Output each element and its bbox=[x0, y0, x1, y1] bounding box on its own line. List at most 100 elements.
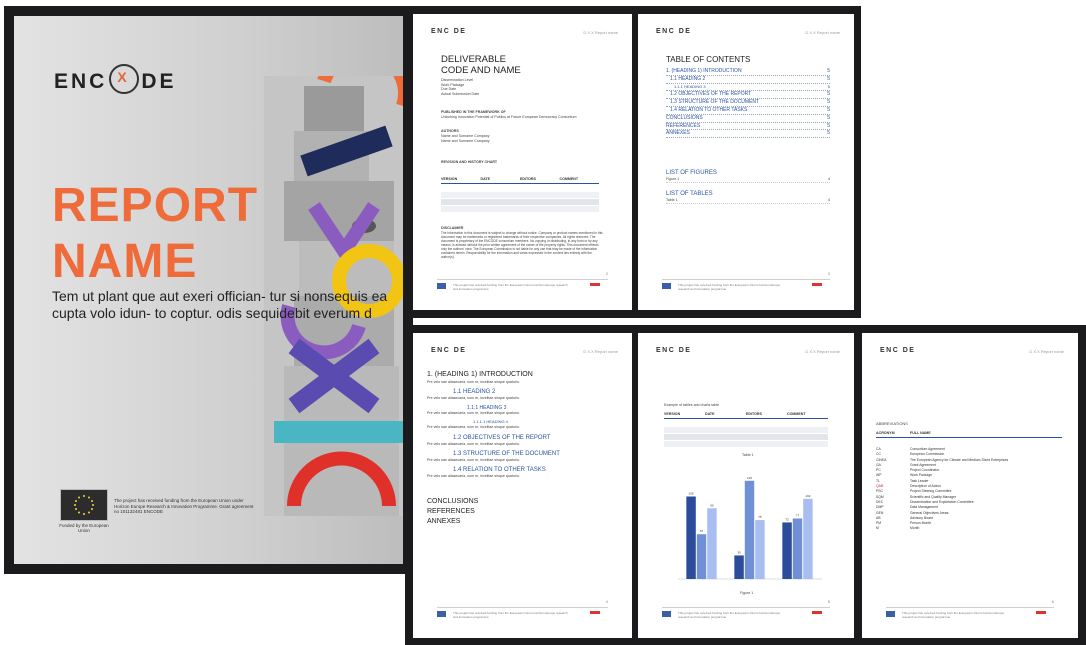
eu-flag-icon bbox=[437, 283, 446, 289]
body-text: Pre velo sae aliasecaria, sum re, inveli… bbox=[427, 411, 520, 415]
bar-chart: 105 57 90 30 125 75 72 77 102 bbox=[678, 476, 822, 580]
heading-relation: 1.4 RELATION TO OTHER TASKS bbox=[453, 467, 546, 473]
page-number: 4 bbox=[605, 599, 608, 604]
end-sections: CONCLUSIONS REFERENCES ANNEXES bbox=[427, 497, 478, 527]
bar bbox=[744, 480, 755, 579]
data-label: 102 bbox=[805, 494, 810, 498]
eu-flag-icon bbox=[886, 611, 895, 617]
toc-entry[interactable]: 1.3 STRUCTURE OF THE DOCUMENT 5 bbox=[666, 99, 830, 107]
toc-entry[interactable]: 1.4 RELATION TO OTHER TASKS 5 bbox=[666, 107, 830, 115]
cover-subtitle: Tem ut plant que aut exeri offician- tur… bbox=[52, 288, 388, 321]
bar bbox=[696, 534, 707, 579]
section-conclusions: CONCLUSIONS bbox=[427, 498, 479, 505]
header-logo: ENC DE bbox=[431, 28, 467, 35]
bar bbox=[734, 555, 744, 579]
toc-entry[interactable]: 1.2 OBJECTIVES OF THE REPORT 5 bbox=[666, 91, 830, 100]
data-label: 90 bbox=[710, 503, 714, 507]
heading-4: 1.1.1.1 HEADING 4 bbox=[473, 419, 508, 424]
logo-text-right: DE bbox=[141, 70, 177, 93]
bar bbox=[686, 496, 696, 579]
bar bbox=[755, 520, 765, 579]
example-table: VERSION DATE EDITORS COMMENT bbox=[664, 412, 828, 447]
acronym-cell: M bbox=[876, 526, 879, 531]
page-number: 2 bbox=[605, 271, 608, 276]
col-header: DATE bbox=[705, 412, 715, 416]
data-label: 77 bbox=[796, 514, 800, 518]
table-row bbox=[664, 434, 828, 440]
eu-caption: Funded by the European Union bbox=[59, 523, 109, 533]
table-row bbox=[664, 427, 828, 433]
data-label: 57 bbox=[700, 529, 704, 533]
abbreviations-page: ENC DE D X.X Report name ABBREVIATIONS AC… bbox=[862, 333, 1078, 638]
heading-structure: 1.3 STRUCTURE OF THE DOCUMENT bbox=[453, 451, 560, 457]
revision-heading: REVISION AND HISTORY CHART bbox=[441, 160, 498, 164]
disclaimer-heading: DISCLAIMER bbox=[441, 226, 464, 230]
data-label: 125 bbox=[747, 476, 752, 480]
header-doc-label: D X.X Report name bbox=[805, 349, 840, 354]
page-footer: This project has received funding from t… bbox=[437, 279, 608, 291]
eu-flag-icon bbox=[662, 283, 671, 289]
deliverable-title-2: CODE AND NAME bbox=[441, 65, 521, 76]
table-row bbox=[441, 199, 599, 205]
toc-entry[interactable]: 1.1 HEADING 25 bbox=[666, 76, 830, 84]
page-footer: This project has received funding from t… bbox=[662, 607, 830, 619]
tables-entry[interactable]: Table 14 bbox=[666, 198, 830, 204]
abbrev-header: ACRONYM FULL NAME bbox=[876, 431, 1062, 438]
col-header: COMMENT bbox=[787, 412, 806, 416]
header-doc-label: D X.X Report name bbox=[583, 349, 618, 354]
table-label: Table 1 bbox=[742, 453, 754, 457]
table-caption: Example of tables and charts table bbox=[664, 403, 720, 407]
toc-title: TABLE OF CONTENTS bbox=[666, 55, 751, 64]
header-doc-label: D X.X Report name bbox=[583, 30, 618, 35]
header-doc-label: D X.X Report name bbox=[1029, 349, 1064, 354]
report-title-line1: REPORT bbox=[52, 179, 259, 232]
body-text: Pre velo sae aliasecaria, sum re, inveli… bbox=[427, 396, 520, 400]
toc-entry[interactable]: ANNEXES 5 bbox=[666, 130, 830, 139]
heading-objectives: 1.2 OBJECTIVES OF THE REPORT bbox=[453, 435, 551, 441]
bar bbox=[792, 518, 803, 579]
bar bbox=[782, 522, 792, 579]
data-label: 30 bbox=[737, 550, 741, 554]
toc-entry[interactable]: 1.1.1 HEADING 35 bbox=[666, 84, 830, 92]
eu-flag-icon bbox=[662, 611, 671, 617]
introduction-page: ENC DE D X.X Report name 1. (HEADING 1) I… bbox=[413, 333, 632, 638]
fullname-cell: Month bbox=[910, 526, 920, 531]
bar bbox=[803, 498, 813, 579]
toc-entry[interactable]: CONCLUSIONS 5 bbox=[666, 115, 830, 123]
eu-flag-icon bbox=[60, 489, 108, 521]
meta-item: Actual Submission Date bbox=[441, 91, 480, 96]
figures-entry[interactable]: Figure 14 bbox=[666, 177, 830, 183]
toc-entry[interactable]: REFERENCES 5 bbox=[666, 123, 830, 131]
revision-table: VERSION DATE EDITORS COMMENT bbox=[441, 177, 599, 212]
disclaimer-text: The information in this document is subj… bbox=[441, 231, 603, 259]
footer-text: This project has received funding from t… bbox=[453, 283, 568, 291]
toc-page: ENC DE D X.X Report name TABLE OF CONTENT… bbox=[638, 14, 854, 310]
toc-list: 1. (HEADING 1) INTRODUCTION 5 1.1 HEADING… bbox=[666, 68, 830, 139]
page-footer: This project has received funding from t… bbox=[886, 607, 1054, 619]
header-logo: ENC DE bbox=[431, 347, 467, 354]
toc-entry[interactable]: 1. (HEADING 1) INTRODUCTION 5 bbox=[666, 68, 830, 76]
abbrev-table: CA Consortium Agreement CC European Commiss… bbox=[876, 447, 1062, 532]
eu-flag-icon bbox=[437, 611, 446, 617]
cover-funding-text: The project has received funding from th… bbox=[114, 498, 254, 514]
figure-label: Figure 1 bbox=[740, 591, 754, 595]
page-number: 6 bbox=[1051, 599, 1054, 604]
header-logo: ENC DE bbox=[656, 347, 692, 354]
col-header: DATE bbox=[480, 177, 491, 181]
logo-mark: X bbox=[117, 69, 130, 85]
table-row bbox=[441, 206, 599, 212]
logo-face-icon: X bbox=[109, 64, 140, 94]
logo-text-left: ENC bbox=[54, 70, 108, 93]
author-item: Name and Surname Company bbox=[441, 134, 490, 138]
col-header: FULL NAME bbox=[910, 431, 931, 435]
report-title-line2: NAME bbox=[52, 235, 198, 288]
table-row bbox=[664, 441, 828, 447]
tables-heading: LIST OF TABLES bbox=[666, 191, 713, 197]
col-header: VERSION bbox=[664, 412, 681, 416]
footer-mark bbox=[590, 283, 600, 286]
table-row: M Month bbox=[876, 526, 1062, 531]
page-number: 3 bbox=[827, 271, 830, 276]
published-heading: PUBLISHED IN THE FRAMEWORK OF bbox=[441, 110, 506, 114]
published-text: Unlocking Innovation Potential of Public… bbox=[441, 115, 577, 119]
header-logo: ENC DE bbox=[880, 347, 916, 354]
